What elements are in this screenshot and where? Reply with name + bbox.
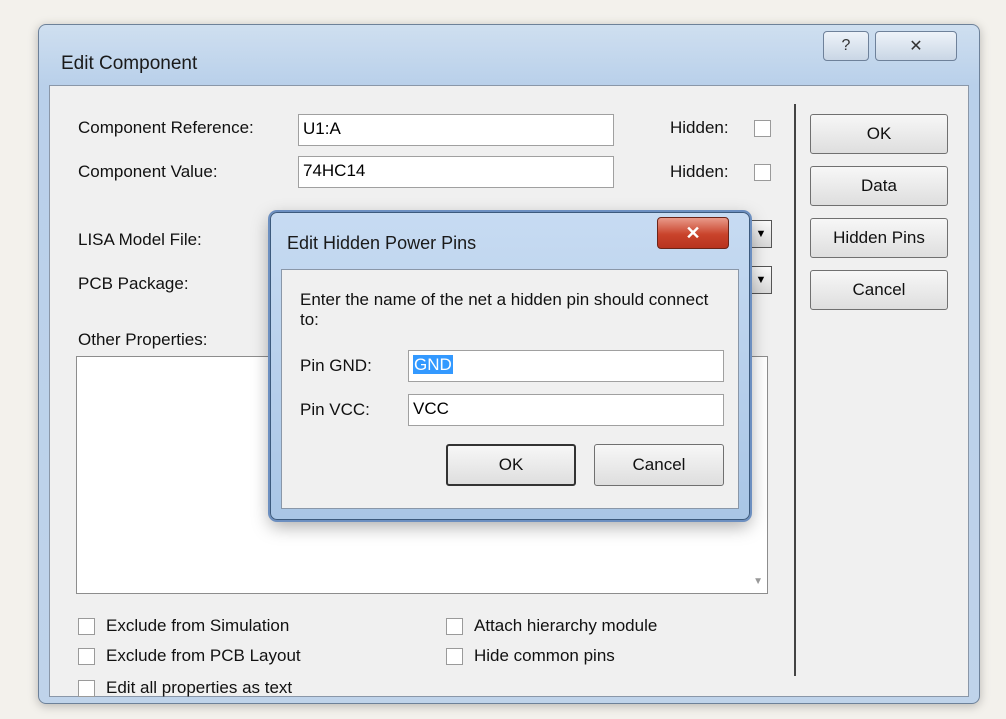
value-hidden-label: Hidden: [670,162,729,181]
exclude-simulation-label: Exclude from Simulation [106,616,290,635]
dialog-client: Enter the name of the net a hidden pin s… [281,269,739,509]
dialog-prompt: Enter the name of the net a hidden pin s… [300,290,709,329]
reference-hidden-label: Hidden: [670,118,729,137]
hidden-power-pins-dialog: Edit Hidden Power Pins ✕ Enter the name … [270,212,750,520]
separator [794,104,796,676]
help-icon: ? [841,37,851,54]
exclude-pcb-checkbox[interactable] [78,648,95,665]
window-title: Edit Component [61,53,198,74]
window-close-button[interactable]: ✕ [875,31,957,61]
pin-vcc-input[interactable]: VCC [408,394,724,426]
dialog-close-button[interactable]: ✕ [657,217,729,249]
help-button[interactable]: ? [823,31,869,61]
close-icon: ✕ [909,38,923,55]
edit-as-text-label: Edit all properties as text [106,678,293,697]
value-hidden-checkbox[interactable] [754,164,771,181]
pin-gnd-input[interactable]: GND [408,350,724,382]
lisa-model-file-label: LISA Model File: [78,230,202,249]
data-button[interactable]: Data [810,166,948,206]
pin-gnd-label: Pin GND: [300,356,372,375]
exclude-simulation-checkbox[interactable] [78,618,95,635]
component-value-input[interactable]: 74HC14 [298,156,614,188]
hidden-pins-button[interactable]: Hidden Pins [810,218,948,258]
reference-hidden-checkbox[interactable] [754,120,771,137]
hide-common-pins-checkbox[interactable] [446,648,463,665]
component-reference-label: Component Reference: [78,118,254,137]
edit-as-text-checkbox[interactable] [78,680,95,697]
pcb-package-label: PCB Package: [78,274,189,293]
pcb-dropdown-arrow[interactable]: ▼ [750,266,772,294]
hide-common-pins-label: Hide common pins [474,646,615,665]
dialog-cancel-button[interactable]: Cancel [594,444,724,486]
lisa-dropdown-arrow[interactable]: ▼ [750,220,772,248]
attach-module-checkbox[interactable] [446,618,463,635]
ok-button[interactable]: OK [810,114,948,154]
attach-module-label: Attach hierarchy module [474,616,658,635]
pin-gnd-value: GND [413,355,453,374]
cancel-button[interactable]: Cancel [810,270,948,310]
scroll-down-icon[interactable]: ▼ [753,576,763,587]
other-properties-label: Other Properties: [78,330,208,349]
dialog-ok-button[interactable]: OK [446,444,576,486]
exclude-pcb-label: Exclude from PCB Layout [106,646,301,665]
close-icon: ✕ [685,222,701,243]
component-value-label: Component Value: [78,162,218,181]
pin-vcc-label: Pin VCC: [300,400,370,419]
component-reference-input[interactable]: U1:A [298,114,614,146]
dialog-title: Edit Hidden Power Pins [287,233,477,253]
